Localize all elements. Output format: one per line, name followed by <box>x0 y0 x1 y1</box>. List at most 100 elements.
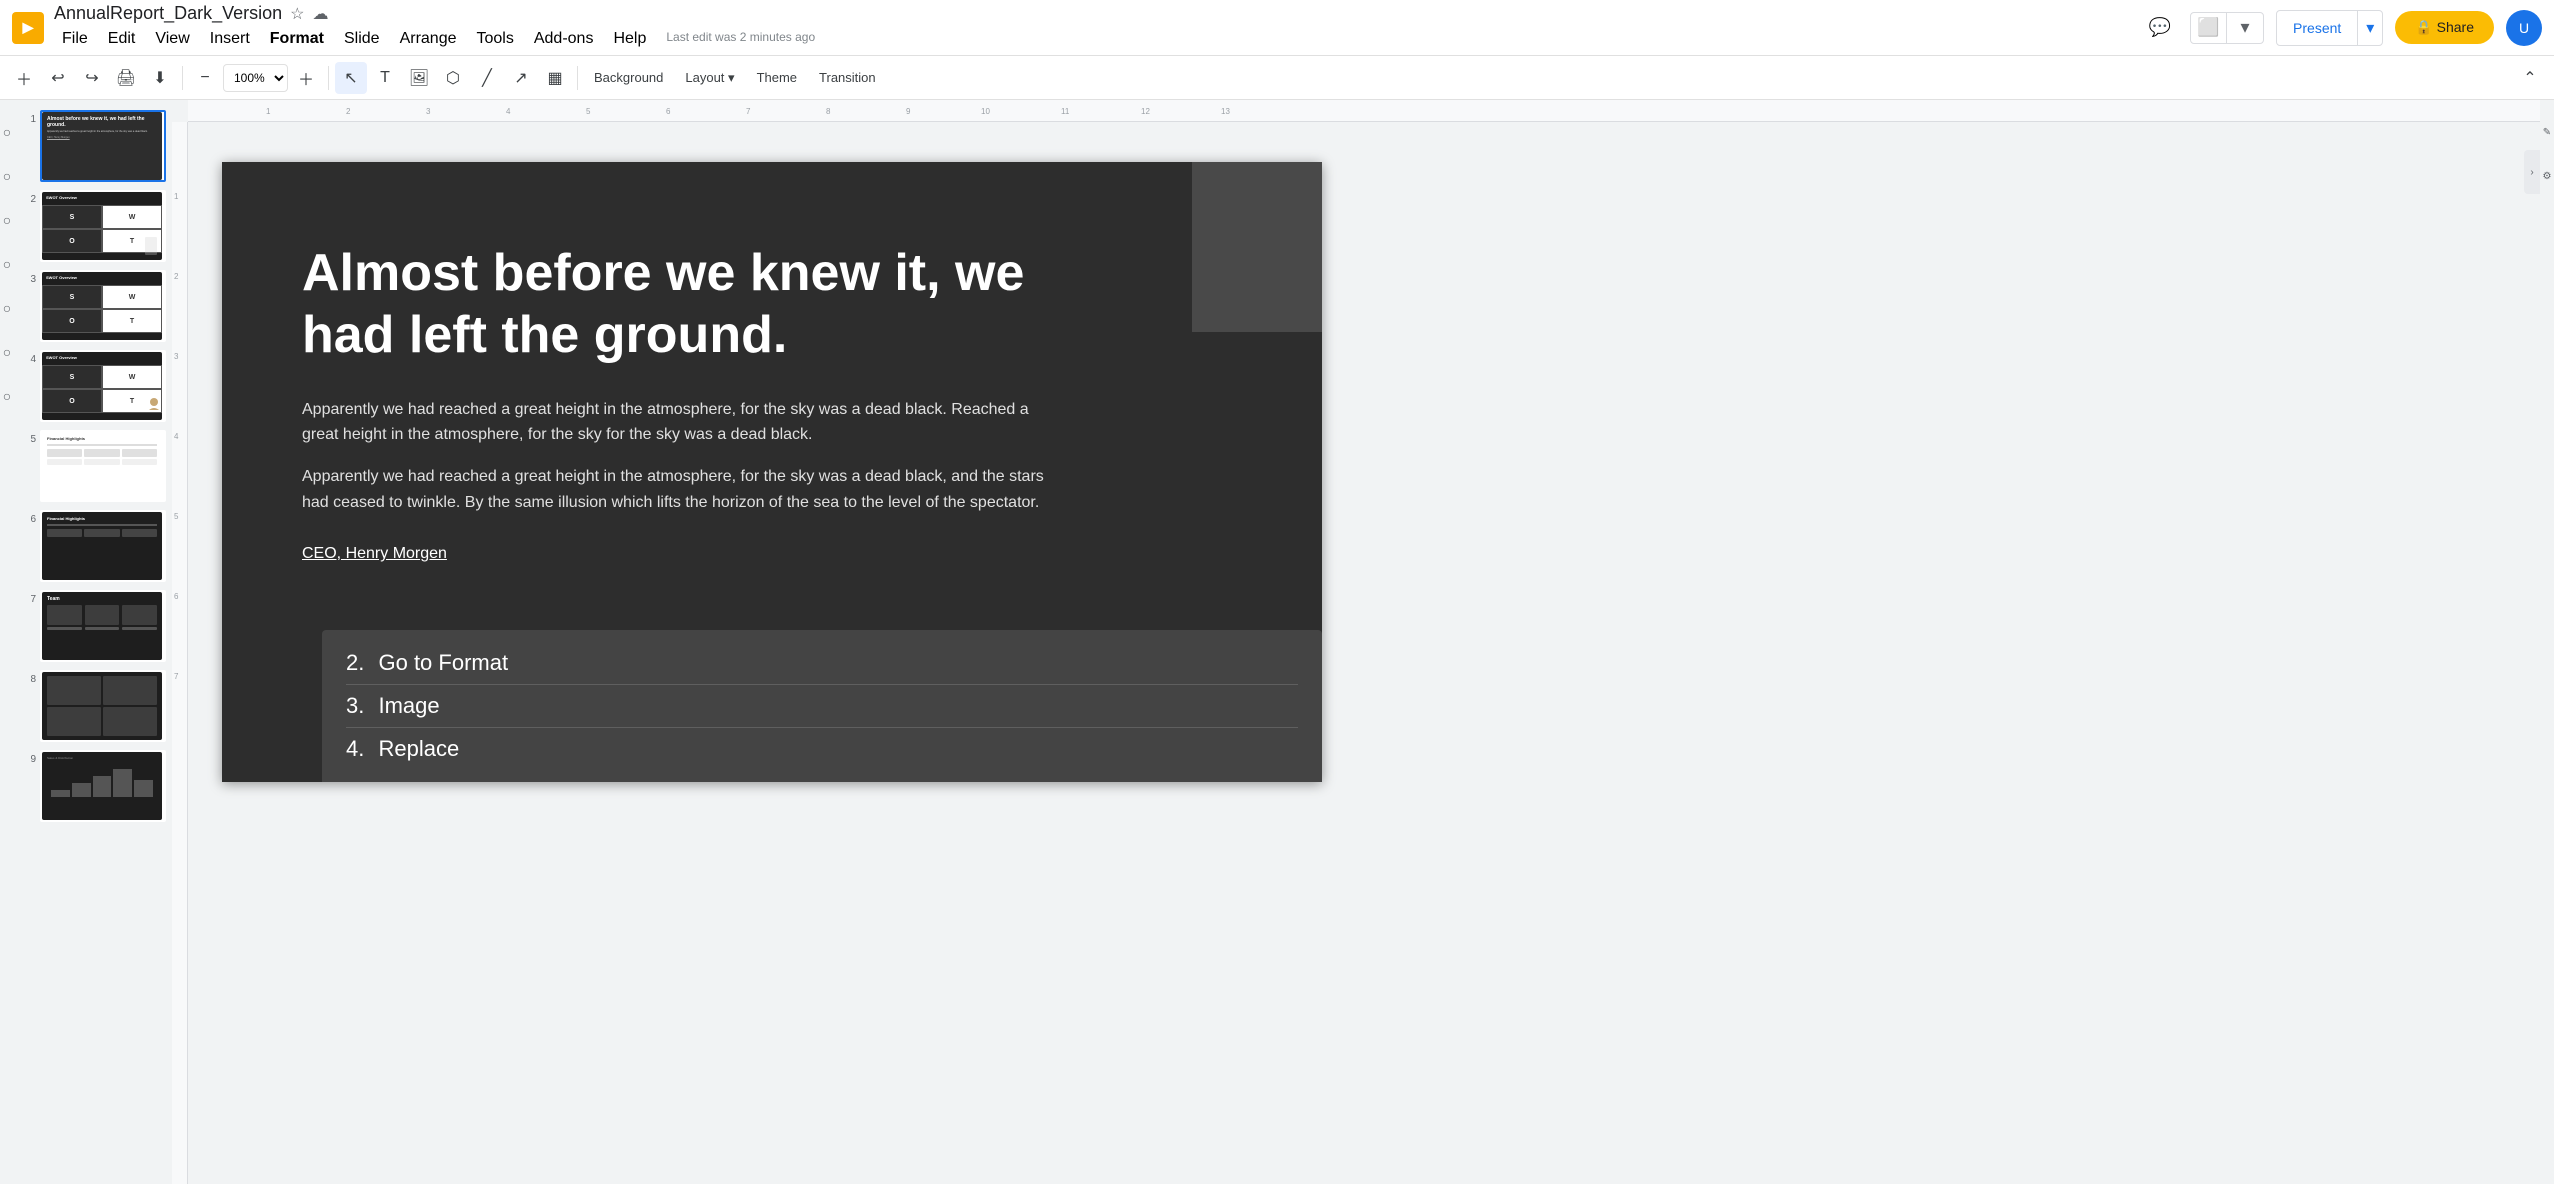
right-sidebar: ✎ ⚙ <box>2540 100 2554 1184</box>
connector-button[interactable]: ↗ <box>505 62 537 94</box>
slide-item-8[interactable]: 8 <box>18 668 168 744</box>
slide-thumb-3[interactable]: SWOT Overview S W O T <box>40 270 166 342</box>
slide-thumb-5[interactable]: Financial Highlights <box>40 430 166 502</box>
slide-thumb-1[interactable]: Almost before we knew it, we had left th… <box>40 110 166 182</box>
left-icon-3[interactable]: ○ <box>0 208 19 232</box>
slides-view-icon[interactable]: ⬜ <box>2191 12 2227 44</box>
menu-arrange[interactable]: Arrange <box>392 26 465 52</box>
slide-item-1[interactable]: 1 Almost before we knew it, we had left … <box>18 108 168 184</box>
menu-file[interactable]: File <box>54 26 96 52</box>
left-icon-5[interactable]: ○ <box>0 296 19 320</box>
menu-view[interactable]: View <box>147 26 197 52</box>
slide-number-3: 3 <box>20 270 36 285</box>
menu-slide[interactable]: Slide <box>336 26 388 52</box>
slide-item-7[interactable]: 7 Team <box>18 588 168 664</box>
slide-item-2[interactable]: 2 SWOT Overview S W O T <box>18 188 168 264</box>
comments-icon[interactable]: 💬 <box>2142 10 2178 46</box>
slide-number-2: 2 <box>20 190 36 205</box>
toolbar-divider-2 <box>328 66 329 90</box>
select-tool[interactable]: ↖ <box>335 62 367 94</box>
paint-format-button[interactable]: ⬇ <box>144 62 176 94</box>
left-icon-7[interactable]: ○ <box>0 384 19 408</box>
slides-panel: 1 Almost before we knew it, we had left … <box>14 100 172 1184</box>
left-icon-6[interactable]: ○ <box>0 340 19 364</box>
redo-button[interactable]: ↪ <box>76 62 108 94</box>
ruler-vertical: 1 2 3 4 5 6 7 <box>172 122 188 1184</box>
slide-item-6[interactable]: 6 Financial Highlights <box>18 508 168 584</box>
theme-button[interactable]: Theme <box>747 66 807 89</box>
slide-item-9[interactable]: 9 Sales & Distribution <box>18 748 168 824</box>
doc-title[interactable]: AnnualReport_Dark_Version <box>54 3 282 24</box>
slide-item-3[interactable]: 3 SWOT Overview S W O T <box>18 268 168 344</box>
left-icon-1[interactable]: ○ <box>0 120 19 144</box>
menu-addons[interactable]: Add-ons <box>526 26 602 52</box>
slide-number-7: 7 <box>20 590 36 605</box>
overlay-item-2[interactable]: 2. Go to Format <box>346 642 1298 685</box>
menu-edit[interactable]: Edit <box>100 26 144 52</box>
overlay-item-3[interactable]: 3. Image <box>346 685 1298 728</box>
zoom-in-button[interactable]: ＋ <box>290 62 322 94</box>
print-button[interactable]: 🖨 <box>110 62 142 94</box>
collapse-icon[interactable]: ⌃ <box>2514 62 2546 94</box>
slide-number-5: 5 <box>20 430 36 445</box>
left-icon-2[interactable]: ○ <box>0 164 19 188</box>
star-icon[interactable]: ☆ <box>290 4 304 24</box>
present-button-group: Present ▾ <box>2276 10 2383 46</box>
right-icon-2[interactable]: ⚙ <box>2535 164 2554 188</box>
top-right-actions: 💬 ⬜ ▾ Present ▾ 🔒 Share U <box>2142 10 2542 46</box>
add-slide-button[interactable]: ＋ <box>8 62 40 94</box>
lines-button[interactable]: ╱ <box>471 62 503 94</box>
slide-number-8: 8 <box>20 670 36 685</box>
slide-thumb-9[interactable]: Sales & Distribution <box>40 750 166 822</box>
cloud-icon[interactable]: ☁ <box>312 4 328 24</box>
slide-thumb-7[interactable]: Team <box>40 590 166 662</box>
zoom-out-button[interactable]: − <box>189 62 221 94</box>
slide-body-2: Apparently we had reached a great height… <box>302 464 1052 515</box>
toolbar-divider-3 <box>577 66 578 90</box>
zoom-select[interactable]: 100% 75% 50% 150% <box>223 64 288 92</box>
main-slide-canvas[interactable]: Almost before we knew it, we had left th… <box>222 162 1322 782</box>
ceo-link[interactable]: CEO, Henry Morgen <box>302 545 447 562</box>
last-edit-label: Last edit was 2 minutes ago <box>666 26 815 52</box>
image-button[interactable]: 🖼 <box>403 62 435 94</box>
text-box-button[interactable]: T <box>369 62 401 94</box>
left-icon-4[interactable]: ○ <box>0 252 19 276</box>
slide-thumb-8[interactable] <box>40 670 166 742</box>
slide-thumb-4[interactable]: SWOT Overview S W O T <box>40 350 166 422</box>
undo-button[interactable]: ↩ <box>42 62 74 94</box>
transition-button[interactable]: Transition <box>809 66 886 89</box>
format-overlay: 2. Go to Format 3. Image 4. Replace <box>322 630 1322 782</box>
menu-format[interactable]: Format <box>262 26 332 52</box>
ruler-horizontal: 1 2 3 4 5 6 7 8 9 10 11 12 13 <box>188 100 2540 122</box>
table-button[interactable]: ▦ <box>539 62 571 94</box>
toolbar-divider-1 <box>182 66 183 90</box>
slide-number-6: 6 <box>20 510 36 525</box>
slide-thumb-6[interactable]: Financial Highlights <box>40 510 166 582</box>
slide-number-9: 9 <box>20 750 36 765</box>
overlay-item-4[interactable]: 4. Replace <box>346 728 1298 770</box>
layout-button[interactable]: Layout ▾ <box>675 66 744 90</box>
menu-insert[interactable]: Insert <box>202 26 258 52</box>
menu-help[interactable]: Help <box>605 26 654 52</box>
slides-view-dropdown[interactable]: ▾ <box>2227 12 2263 44</box>
shapes-button[interactable]: ⬡ <box>437 62 469 94</box>
menu-tools[interactable]: Tools <box>469 26 522 52</box>
collapse-arrow: › <box>2530 167 2533 178</box>
main-toolbar: ＋ ↩ ↪ 🖨 ⬇ − 100% 75% 50% 150% ＋ ↖ T 🖼 ⬡ … <box>0 56 2554 100</box>
present-main-button[interactable]: Present <box>2277 11 2358 45</box>
share-button[interactable]: 🔒 Share <box>2395 11 2494 44</box>
slide-headline: Almost before we knew it, we had left th… <box>302 242 1102 367</box>
slide-thumb-2[interactable]: SWOT Overview S W O T <box>40 190 166 262</box>
slide-content: Almost before we knew it, we had left th… <box>222 162 1322 603</box>
left-icon-panel: ○ ○ ○ ○ ○ ○ ○ <box>0 100 14 1184</box>
top-bar: ▶ AnnualReport_Dark_Version ☆ ☁ File Edi… <box>0 0 2554 56</box>
slide-item-5[interactable]: 5 Financial Highlights <box>18 428 168 504</box>
user-avatar[interactable]: U <box>2506 10 2542 46</box>
google-slides-logo[interactable]: ▶ <box>12 12 44 44</box>
collapse-panel[interactable]: ⌃ <box>2514 62 2546 94</box>
right-icon-1[interactable]: ✎ <box>2535 120 2554 144</box>
present-dropdown-button[interactable]: ▾ <box>2358 11 2382 45</box>
background-button[interactable]: Background <box>584 66 673 89</box>
slide-body-1: Apparently we had reached a great height… <box>302 397 1052 448</box>
slide-item-4[interactable]: 4 SWOT Overview S W O T <box>18 348 168 424</box>
